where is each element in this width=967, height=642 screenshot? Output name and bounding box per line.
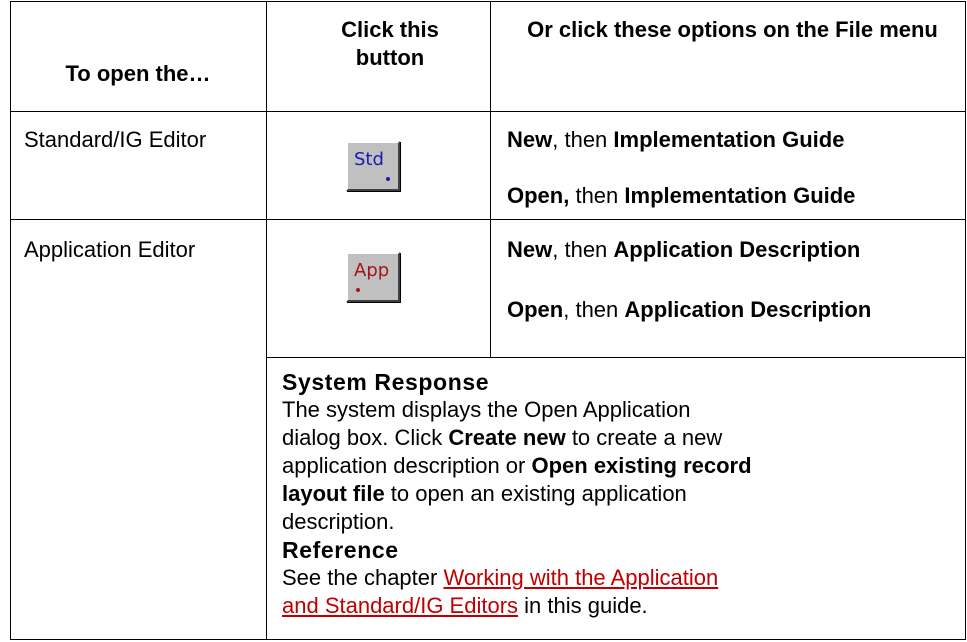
app-option-new: New, then Application Description — [507, 237, 861, 262]
app-button-icon: App — [354, 260, 390, 281]
std-button-dot — [386, 177, 390, 181]
table-border-left — [10, 1, 11, 640]
std-button-icon: Std — [354, 149, 384, 170]
reference-heading: Reference — [282, 537, 399, 563]
table-border-right — [965, 1, 966, 640]
system-response-heading: System Response — [282, 369, 490, 395]
app-option-open: Open, then Application Description — [507, 297, 872, 322]
header-to-open: To open the… — [65, 61, 211, 86]
row1-divider — [10, 219, 966, 220]
std-button[interactable]: Std — [346, 141, 400, 191]
table-border-top — [10, 1, 966, 2]
file-open-table: To open the… Click this button Or click … — [0, 0, 967, 642]
system-response-text: The system displays the Open Application… — [282, 397, 752, 534]
std-option-new: New, then Implementation Guide — [507, 127, 845, 152]
table-border-bottom — [10, 639, 966, 640]
col2-divider — [490, 1, 491, 358]
header-click-button: Click this button — [341, 17, 439, 70]
header-file-menu-options: Or click these options on the File menu — [527, 17, 938, 42]
std-option-open: Open, then Implementation Guide — [507, 183, 856, 208]
col1-divider — [266, 1, 267, 640]
header-divider — [10, 111, 966, 112]
row-label-application-editor: Application Editor — [24, 237, 196, 262]
row2-divider — [266, 357, 966, 358]
reference-text: See the chapter Working with the Applica… — [282, 565, 719, 618]
app-button-dot — [356, 288, 360, 292]
row-label-standard-ig-editor: Standard/IG Editor — [24, 127, 207, 152]
app-button[interactable]: App — [346, 252, 400, 302]
